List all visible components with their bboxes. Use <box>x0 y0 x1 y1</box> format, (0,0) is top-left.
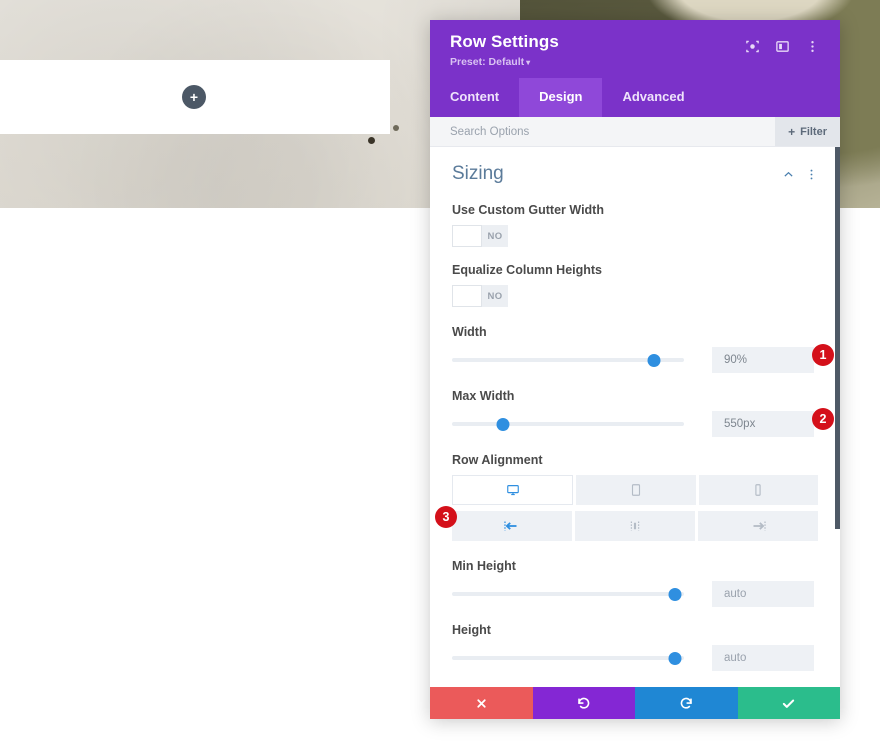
layout-split-icon[interactable] <box>768 34 796 58</box>
field-height: Height auto <box>452 623 818 671</box>
filter-label: Filter <box>800 125 827 138</box>
max-width-slider-row: 550px <box>452 411 818 437</box>
toggle-knob <box>452 225 482 247</box>
align-right-icon <box>749 519 767 533</box>
chevron-down-icon: ▾ <box>526 58 531 67</box>
height-slider-row: auto <box>452 645 818 671</box>
min-height-slider-row: auto <box>452 581 818 607</box>
modal-header: Row Settings Preset: Default ▾ <box>430 20 840 78</box>
slider-thumb[interactable] <box>668 651 682 665</box>
toggle-value: NO <box>487 230 503 242</box>
tablet-icon <box>629 483 643 497</box>
modal-tabs: Content Design Advanced <box>430 78 840 117</box>
align-left-button[interactable] <box>452 511 572 541</box>
width-slider[interactable] <box>452 351 684 369</box>
photo-speck <box>368 137 375 144</box>
device-selector <box>452 475 818 505</box>
redo-button[interactable] <box>635 687 738 719</box>
align-center-button[interactable] <box>575 511 695 541</box>
search-input[interactable]: Search Options <box>450 126 529 138</box>
field-equalize-column-heights: Equalize Column Heights NO <box>452 263 818 307</box>
field-width: Width 90% 1 <box>452 325 834 373</box>
vertical-scrollbar[interactable] <box>835 147 840 529</box>
field-use-custom-gutter-width: Use Custom Gutter Width NO <box>452 203 818 247</box>
alignment-selector <box>452 511 818 541</box>
search-bar: Search Options + Filter <box>430 117 840 147</box>
field-label: Max Width <box>452 389 515 403</box>
width-input[interactable]: 90% <box>712 347 814 373</box>
modal-header-titles: Row Settings Preset: Default ▾ <box>450 32 559 68</box>
modal-body: Sizing Use Custom Gutter Width NO Equali… <box>430 147 840 687</box>
modal-footer <box>430 687 840 719</box>
annotation-badge-2: 2 <box>812 408 834 430</box>
section-controls <box>782 168 818 181</box>
save-button[interactable] <box>737 687 840 719</box>
max-width-slider[interactable] <box>452 415 684 433</box>
preset-label: Preset: Default <box>450 56 525 68</box>
field-row-alignment: Row Alignment 3 <box>435 453 818 541</box>
field-label: Height <box>452 623 491 637</box>
slider-thumb[interactable] <box>647 353 661 367</box>
toggle-use-custom-gutter-width[interactable]: NO <box>452 225 508 247</box>
min-height-slider[interactable] <box>452 585 684 603</box>
height-input[interactable]: auto <box>712 645 814 671</box>
slider-track <box>452 656 684 660</box>
check-icon <box>781 696 796 711</box>
slider-track <box>452 592 684 596</box>
section-header-sizing: Sizing <box>452 163 818 185</box>
preset-selector[interactable]: Preset: Default ▾ <box>450 56 559 68</box>
page-title: Row Settings <box>450 32 559 51</box>
chevron-up-icon[interactable] <box>782 168 795 181</box>
plus-icon: + <box>788 124 796 139</box>
slider-thumb[interactable] <box>496 417 510 431</box>
more-vertical-icon[interactable] <box>798 34 826 58</box>
field-label: Row Alignment <box>452 453 543 467</box>
row-settings-modal: Row Settings Preset: Default ▾ Content D… <box>430 20 840 719</box>
phone-icon <box>751 483 765 497</box>
tab-advanced[interactable]: Advanced <box>602 78 704 117</box>
toggle-equalize-column-heights[interactable]: NO <box>452 285 508 307</box>
device-phone-button[interactable] <box>698 475 818 505</box>
filter-button[interactable]: + Filter <box>775 117 840 146</box>
field-min-height: Min Height auto <box>452 559 818 607</box>
plus-icon: + <box>189 89 199 105</box>
redo-icon <box>679 696 694 711</box>
undo-button[interactable] <box>532 687 635 719</box>
field-label: Min Height <box>452 559 516 573</box>
toggle-knob <box>452 285 482 307</box>
more-vertical-icon[interactable] <box>805 168 818 181</box>
undo-icon <box>576 696 591 711</box>
field-label: Use Custom Gutter Width <box>452 203 604 217</box>
annotation-badge-1: 1 <box>812 344 834 366</box>
cancel-button[interactable] <box>430 687 533 719</box>
slider-track <box>452 422 684 426</box>
modal-header-actions <box>738 34 826 58</box>
settings-scroll-area: Sizing Use Custom Gutter Width NO Equali… <box>430 147 840 687</box>
min-height-input[interactable]: auto <box>712 581 814 607</box>
tab-content[interactable]: Content <box>430 78 519 117</box>
field-label: Width <box>452 325 487 339</box>
focus-target-icon[interactable] <box>738 34 766 58</box>
align-left-icon <box>503 519 521 533</box>
align-right-button[interactable] <box>698 511 818 541</box>
add-row-button[interactable]: + <box>182 85 206 109</box>
device-tablet-button[interactable] <box>576 475 696 505</box>
height-slider[interactable] <box>452 649 684 667</box>
tab-design[interactable]: Design <box>519 78 603 117</box>
device-desktop-button[interactable] <box>452 475 574 505</box>
toggle-value: NO <box>487 290 503 302</box>
annotation-badge-3: 3 <box>435 506 457 528</box>
close-icon <box>475 697 488 710</box>
align-center-icon <box>626 519 644 533</box>
photo-speck <box>393 125 399 131</box>
section-title: Sizing <box>452 163 504 184</box>
width-slider-row: 90% <box>452 347 818 373</box>
field-label: Equalize Column Heights <box>452 263 603 277</box>
slider-thumb[interactable] <box>668 587 682 601</box>
desktop-icon <box>506 483 520 497</box>
field-max-width: Max Width 550px 2 <box>452 389 834 437</box>
max-width-input[interactable]: 550px <box>712 411 814 437</box>
